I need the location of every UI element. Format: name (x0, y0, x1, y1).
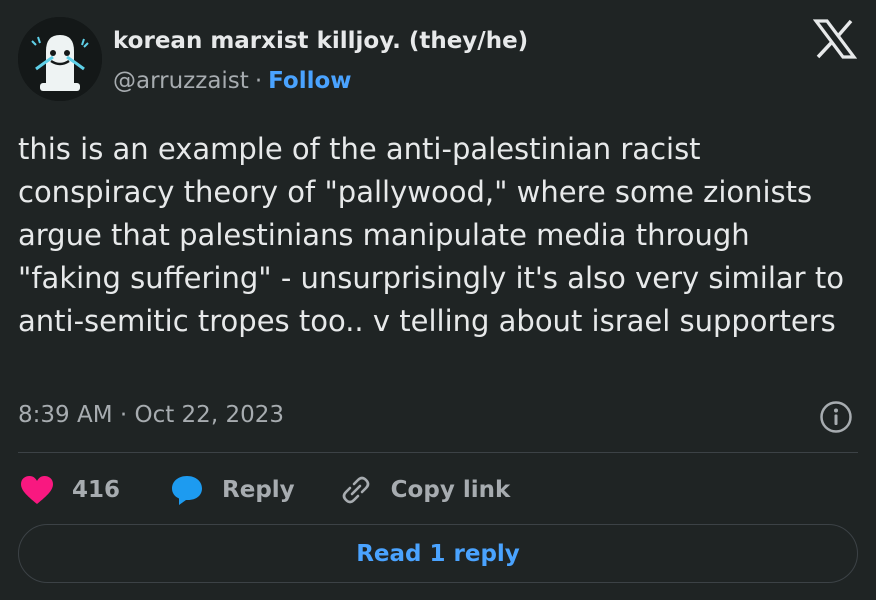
copy-link-button[interactable]: Copy link (339, 473, 511, 507)
like-button[interactable]: 416 (20, 475, 120, 505)
speech-bubble-icon (172, 476, 203, 505)
copy-link-label: Copy link (390, 477, 511, 503)
divider (18, 452, 858, 453)
action-bar: 416 Reply Copy link (20, 470, 510, 510)
read-replies-button[interactable]: Read 1 reply (18, 524, 858, 583)
tweet-card: korean marxist killjoy. (they/he) @arruz… (0, 0, 876, 600)
separator-dot: · (254, 68, 263, 94)
x-logo-icon[interactable] (812, 19, 858, 59)
author-display-name[interactable]: korean marxist killjoy. (they/he) (113, 28, 528, 54)
heart-icon (21, 476, 53, 504)
author-handle-row: @arruzzaist · Follow (113, 68, 352, 94)
author-handle[interactable]: @arruzzaist (113, 68, 249, 94)
read-replies-label: Read 1 reply (356, 540, 520, 567)
avatar[interactable] (18, 17, 102, 101)
link-icon (342, 476, 369, 504)
reply-button[interactable]: Reply (170, 474, 295, 506)
tweet-timestamp[interactable]: 8:39 AM · Oct 22, 2023 (18, 402, 284, 428)
reply-label: Reply (222, 477, 295, 503)
avatar-image (18, 17, 102, 101)
tweet-text: this is an example of the anti-palestini… (18, 132, 844, 338)
info-icon[interactable] (819, 400, 853, 434)
like-count: 416 (72, 477, 121, 503)
follow-button[interactable]: Follow (268, 68, 351, 94)
